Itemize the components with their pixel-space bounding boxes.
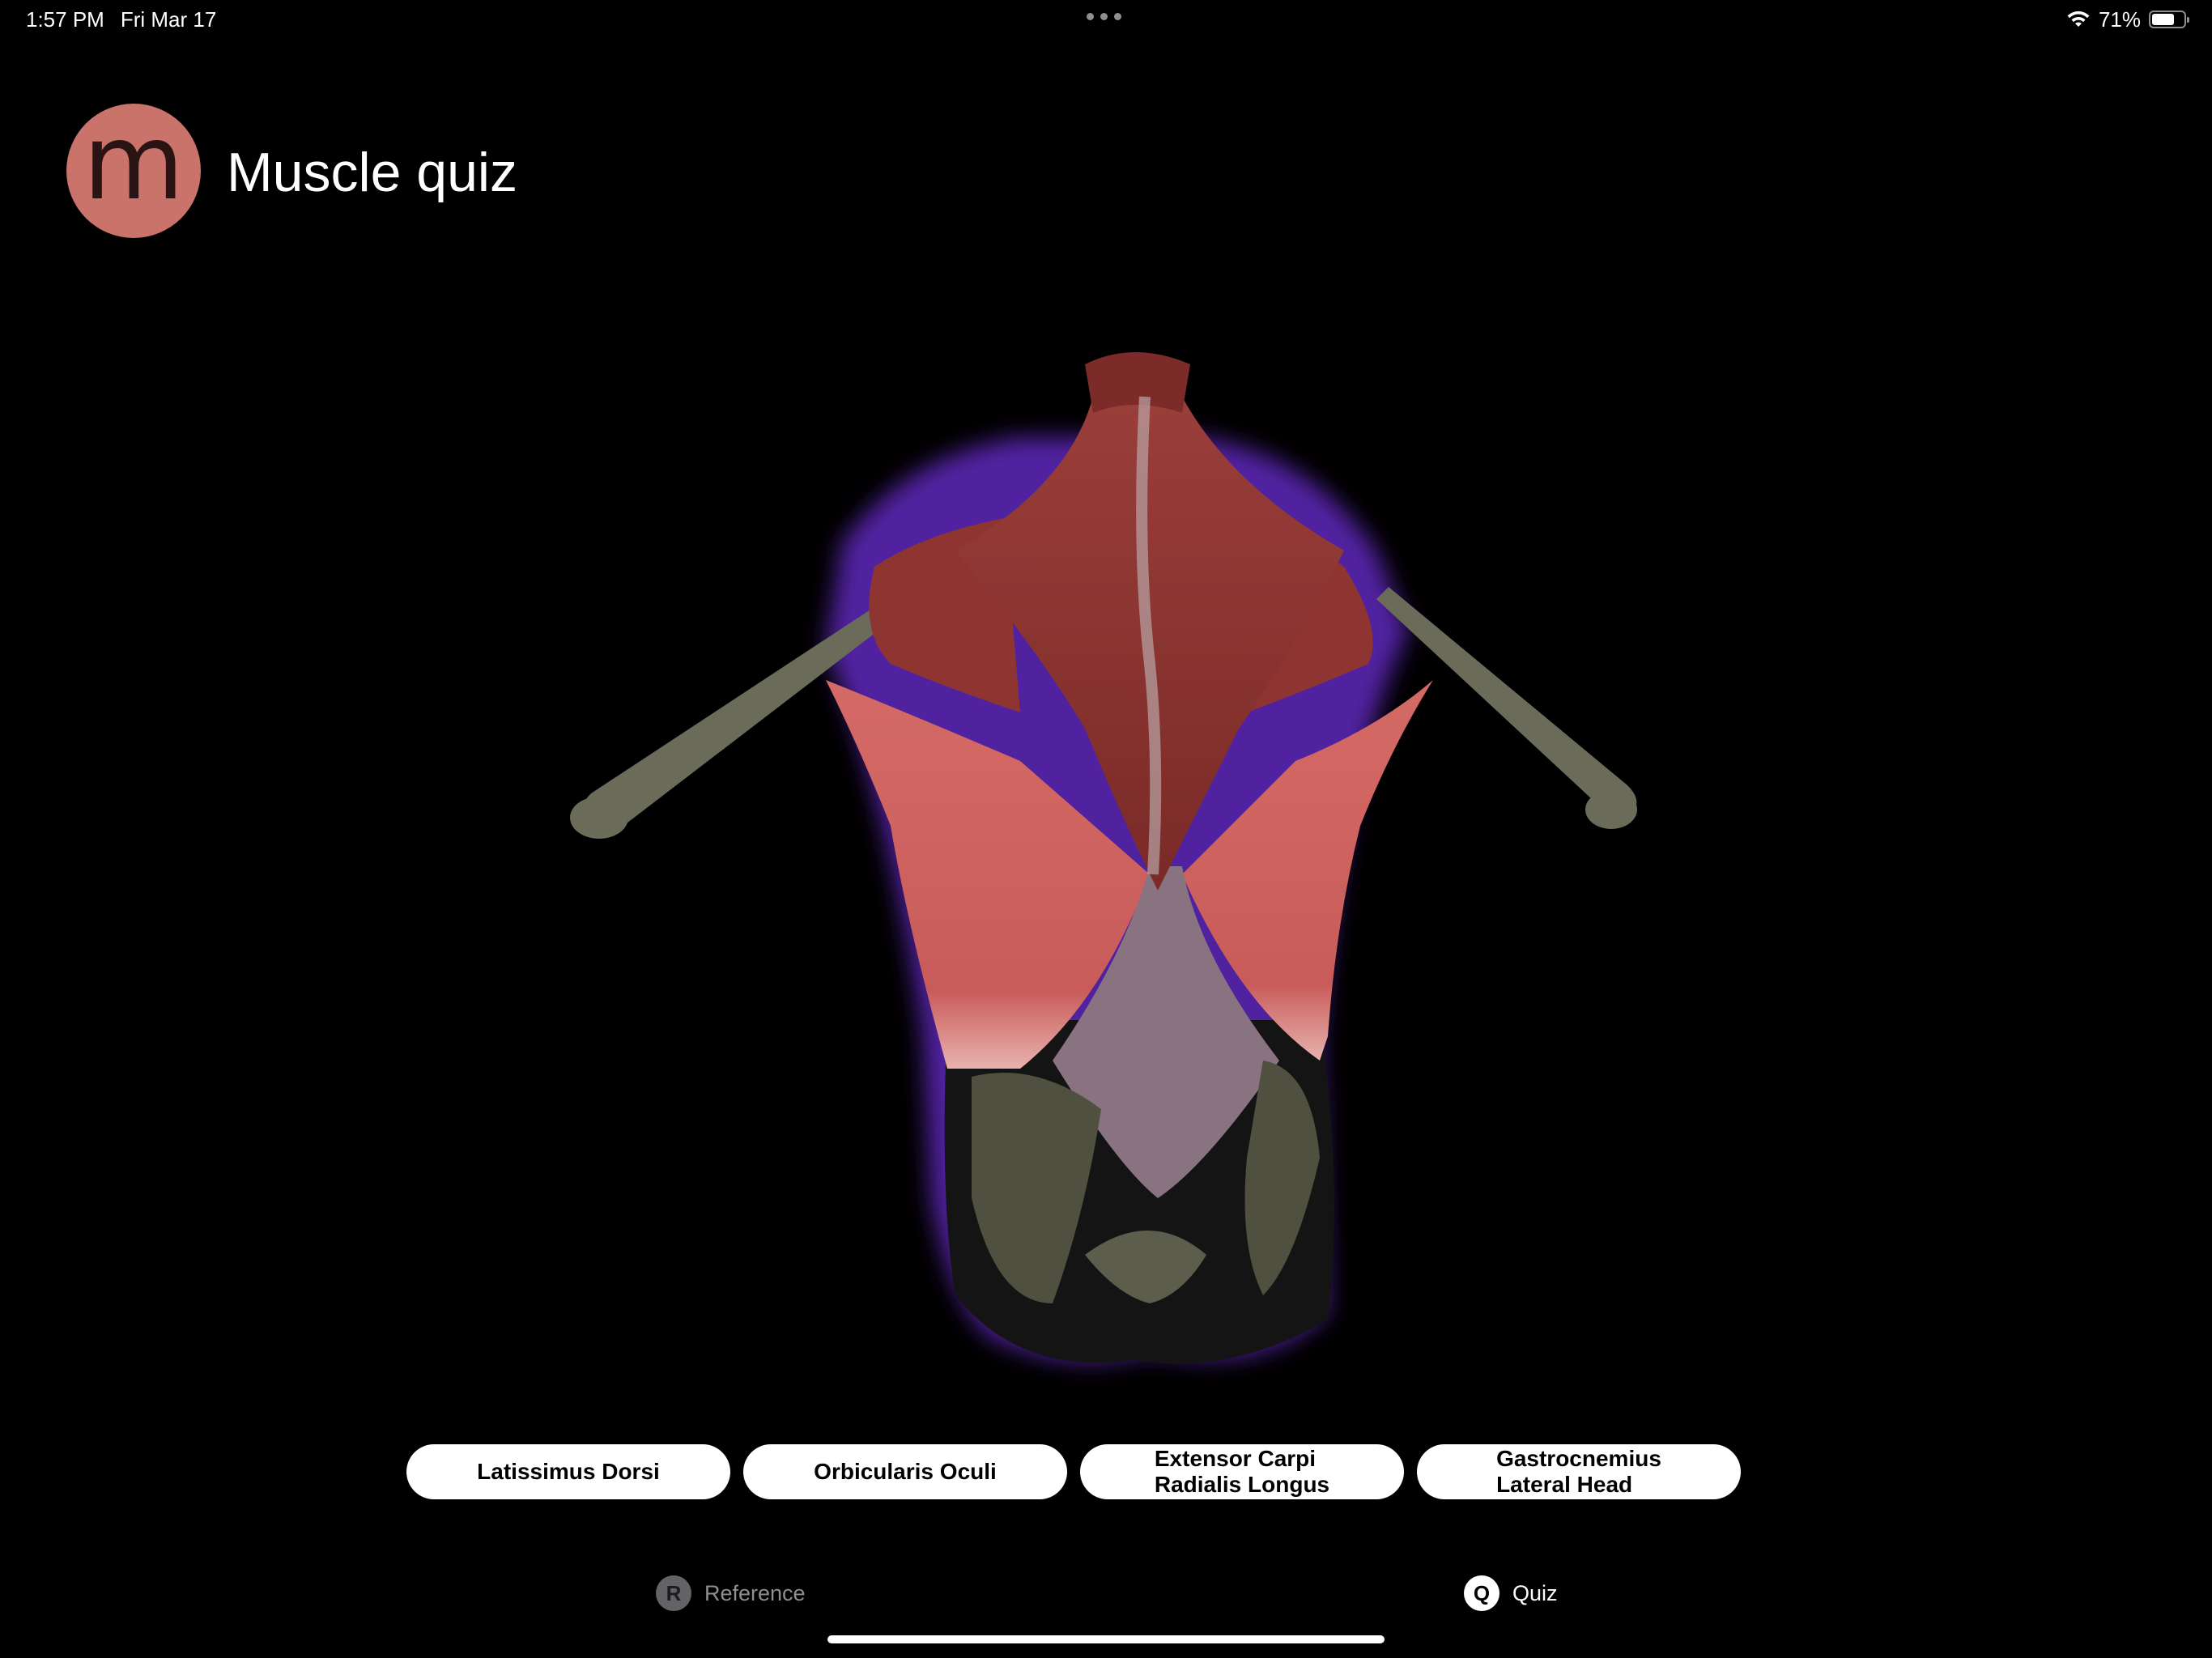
app-logo[interactable]: m	[66, 104, 201, 238]
tab-quiz[interactable]: Q Quiz	[1464, 1575, 1558, 1611]
status-bar-left: 1:57 PM Fri Mar 17	[26, 6, 216, 32]
answer-option-1[interactable]: Latissimus Dorsi	[406, 1444, 730, 1499]
screen: 1:57 PM Fri Mar 17 71% m Muscle quiz Lat…	[0, 0, 2212, 1658]
battery-icon	[2149, 11, 2189, 28]
status-time: 1:57 PM	[26, 7, 104, 32]
answer-option-2[interactable]: Orbicularis Oculi	[743, 1444, 1067, 1499]
battery-percent: 71%	[2098, 7, 2141, 32]
wifi-icon	[2067, 11, 2090, 27]
reference-badge-icon: R	[656, 1575, 691, 1611]
home-indicator[interactable]	[827, 1635, 1385, 1643]
anatomy-model[interactable]	[567, 308, 1645, 1409]
answer-options: Latissimus Dorsi Orbicularis Oculi Exten…	[406, 1444, 1741, 1499]
quiz-badge-icon: Q	[1464, 1575, 1499, 1611]
page-title: Muscle quiz	[227, 142, 518, 203]
logo-letter: m	[83, 103, 185, 223]
battery-fill	[2152, 14, 2174, 25]
multitasking-dots-icon[interactable]	[1087, 13, 1121, 20]
neck	[1085, 352, 1190, 413]
tab-quiz-label: Quiz	[1512, 1581, 1558, 1605]
tab-reference-label: Reference	[704, 1581, 806, 1605]
tab-reference[interactable]: R Reference	[656, 1575, 806, 1611]
status-bar-right: 71%	[2066, 6, 2189, 32]
status-date: Fri Mar 17	[120, 7, 217, 32]
answer-option-4[interactable]: Gastrocnemius Lateral Head	[1417, 1444, 1741, 1499]
answer-option-3[interactable]: Extensor Carpi Radialis Longus	[1080, 1444, 1404, 1499]
